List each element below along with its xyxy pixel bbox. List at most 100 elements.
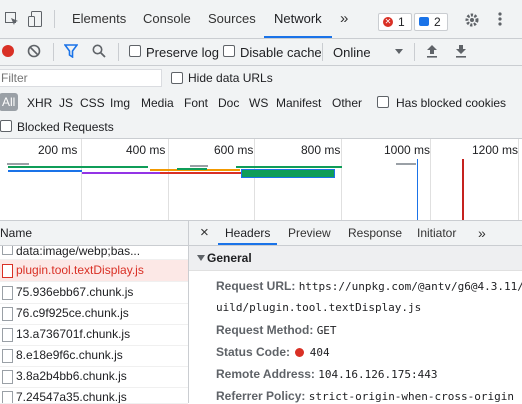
messages-badge[interactable]: 2 bbox=[414, 13, 448, 31]
tab-console[interactable]: Console bbox=[143, 0, 191, 38]
request-row[interactable]: 13.a736701f.chunk.js bbox=[0, 324, 188, 346]
waterfall-bar bbox=[190, 165, 208, 167]
disable-cache-checkbox[interactable] bbox=[223, 45, 235, 57]
search-icon[interactable] bbox=[92, 44, 106, 58]
tab-elements[interactable]: Elements bbox=[72, 0, 126, 38]
waterfall-bar bbox=[8, 166, 148, 168]
messages-count: 2 bbox=[434, 15, 441, 29]
type-filter-ws[interactable]: WS bbox=[249, 96, 268, 110]
errors-badge[interactable]: ✕ 1 bbox=[378, 13, 412, 31]
status-code-value: 404 bbox=[309, 346, 330, 359]
inspect-element-icon[interactable] bbox=[5, 12, 18, 25]
waterfall-bar bbox=[82, 172, 160, 174]
more-options-icon[interactable] bbox=[497, 11, 503, 27]
request-method-row: Request Method: GET bbox=[216, 323, 337, 337]
error-icon: ✕ bbox=[383, 17, 393, 27]
details-tabbar: × Headers Preview Response Initiator » bbox=[189, 221, 522, 246]
blocked-requests-bar: Blocked Requests bbox=[0, 114, 522, 139]
request-url-value-cont: uild/plugin.tool.textDisplay.js bbox=[216, 301, 422, 314]
file-icon bbox=[2, 391, 13, 403]
tab-sources[interactable]: Sources bbox=[208, 0, 256, 38]
request-name: 7.24547a35.chunk.js bbox=[16, 390, 127, 404]
request-name: 13.a736701f.chunk.js bbox=[16, 327, 131, 341]
more-tabs-button[interactable]: » bbox=[340, 0, 348, 38]
close-details-button[interactable]: × bbox=[200, 221, 209, 245]
devtools-tabbar: Elements Console Sources Network » ✕ 1 2 bbox=[0, 0, 522, 39]
clear-icon[interactable] bbox=[27, 44, 41, 58]
waterfall-bar bbox=[236, 166, 342, 168]
import-har-icon[interactable] bbox=[426, 44, 438, 58]
blocked-requests-checkbox[interactable] bbox=[0, 120, 12, 132]
type-filter-manifest[interactable]: Manifest bbox=[276, 96, 321, 110]
type-filter-media[interactable]: Media bbox=[141, 96, 174, 110]
tick-label: 200 ms bbox=[38, 143, 78, 157]
filter-bar: Hide data URLs bbox=[0, 66, 522, 90]
network-overview[interactable]: 200 ms 400 ms 600 ms 800 ms 1000 ms 1200… bbox=[0, 139, 522, 221]
file-icon bbox=[2, 286, 13, 300]
file-icon bbox=[2, 264, 13, 278]
waterfall-selection bbox=[241, 169, 335, 178]
request-row[interactable]: 76.c9f925ce.chunk.js bbox=[0, 303, 188, 325]
type-filter-js[interactable]: JS bbox=[59, 96, 73, 110]
tick-label: 1000 ms bbox=[384, 143, 431, 157]
tab-initiator[interactable]: Initiator bbox=[417, 221, 456, 245]
request-name: 3.8a2b4bb6.chunk.js bbox=[16, 369, 127, 383]
request-row[interactable]: 8.e18e9f6c.chunk.js bbox=[0, 345, 188, 367]
waterfall-bar bbox=[7, 163, 29, 165]
hide-data-urls-checkbox[interactable] bbox=[171, 72, 183, 84]
referrer-policy-row: Referrer Policy: strict-origin-when-cros… bbox=[216, 389, 514, 403]
request-row[interactable]: plugin.tool.textDisplay.js bbox=[0, 260, 188, 282]
type-filter-font[interactable]: Font bbox=[184, 96, 208, 110]
blocked-requests-label: Blocked Requests bbox=[17, 120, 114, 134]
filter-input[interactable] bbox=[0, 69, 162, 87]
request-row[interactable]: 7.24547a35.chunk.js bbox=[0, 387, 188, 404]
preserve-log-checkbox[interactable] bbox=[129, 45, 141, 57]
message-icon bbox=[419, 17, 429, 26]
has-blocked-cookies-checkbox[interactable] bbox=[377, 96, 389, 108]
request-method-value: GET bbox=[316, 324, 337, 337]
file-icon bbox=[2, 370, 13, 384]
throttling-select[interactable]: Online bbox=[333, 45, 371, 60]
request-row[interactable]: data:image/webp;bas... bbox=[0, 246, 188, 260]
tick-label: 1200 ms bbox=[472, 143, 519, 157]
record-button-icon[interactable] bbox=[2, 45, 14, 57]
disable-cache-label: Disable cache bbox=[240, 45, 322, 60]
remote-address-value: 104.16.126.175:443 bbox=[318, 368, 438, 381]
type-filter-all[interactable]: All bbox=[0, 93, 19, 111]
dropdown-arrow-icon[interactable] bbox=[395, 49, 403, 54]
more-details-tabs-button[interactable]: » bbox=[478, 221, 486, 245]
referrer-policy-label: Referrer Policy: bbox=[216, 389, 306, 403]
name-column-header[interactable]: Name bbox=[0, 221, 188, 246]
type-filter-other[interactable]: Other bbox=[332, 96, 362, 110]
dom-content-loaded-line bbox=[417, 159, 418, 220]
remote-address-label: Remote Address: bbox=[216, 367, 315, 381]
request-name: 76.c9f925ce.chunk.js bbox=[16, 306, 129, 320]
referrer-policy-value: strict-origin-when-cross-origin bbox=[308, 390, 515, 403]
hide-data-urls-label: Hide data URLs bbox=[188, 71, 273, 85]
settings-gear-icon[interactable] bbox=[464, 12, 480, 28]
tab-preview[interactable]: Preview bbox=[288, 221, 331, 245]
tab-network[interactable]: Network bbox=[264, 0, 332, 38]
export-har-icon[interactable] bbox=[455, 44, 467, 58]
type-filter-doc[interactable]: Doc bbox=[218, 96, 239, 110]
status-code-row: Status Code: 404 bbox=[216, 345, 330, 359]
request-url-row: Request URL: https://unpkg.com/@antv/g6@… bbox=[216, 279, 522, 293]
errors-count: 1 bbox=[398, 15, 405, 29]
remote-address-row: Remote Address: 104.16.126.175:443 bbox=[216, 367, 437, 381]
type-filter-xhr[interactable]: XHR bbox=[27, 96, 52, 110]
resource-type-filters: All XHR JS CSS Img Media Font Doc WS Man… bbox=[0, 90, 522, 114]
waterfall-bar bbox=[8, 170, 82, 172]
tab-response[interactable]: Response bbox=[348, 221, 402, 245]
filter-funnel-icon[interactable] bbox=[63, 44, 79, 59]
tab-headers[interactable]: Headers bbox=[218, 221, 278, 245]
general-section-header[interactable]: General bbox=[189, 246, 522, 271]
section-title: General bbox=[207, 251, 252, 265]
request-method-label: Request Method: bbox=[216, 323, 314, 337]
type-filter-css[interactable]: CSS bbox=[80, 96, 105, 110]
device-toolbar-icon[interactable] bbox=[28, 11, 42, 27]
request-url-label: Request URL: bbox=[216, 279, 296, 293]
request-row[interactable]: 3.8a2b4bb6.chunk.js bbox=[0, 366, 188, 388]
file-icon bbox=[2, 328, 13, 342]
request-row[interactable]: 75.936ebb67.chunk.js bbox=[0, 282, 188, 304]
type-filter-img[interactable]: Img bbox=[110, 96, 130, 110]
